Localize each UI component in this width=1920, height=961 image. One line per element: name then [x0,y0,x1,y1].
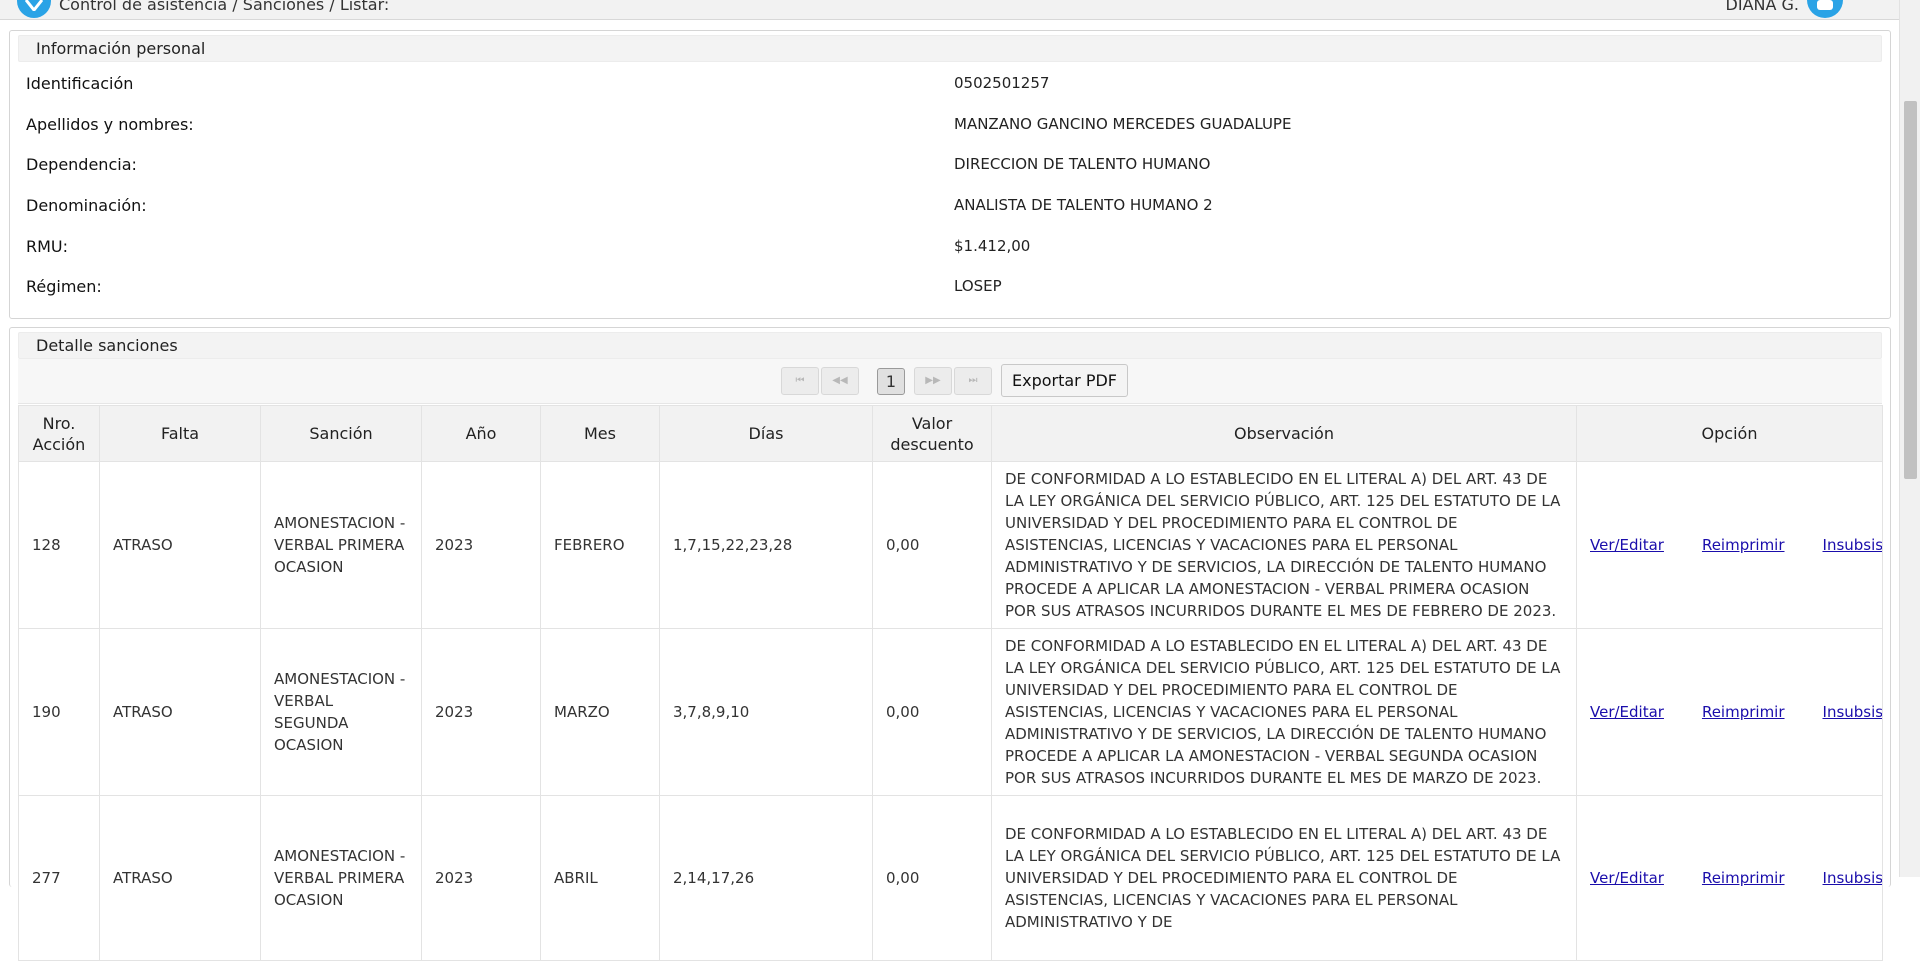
col-nro-accion[interactable]: Nro. Acción [18,405,100,462]
cell-valor: 0,00 [872,461,992,629]
col-valor-descuento[interactable]: Valor descuento [872,405,992,462]
cell-sancion: AMONESTACION - VERBAL PRIMERA OCASION [260,795,422,961]
info-row-rmu: RMU: $1.412,00 [26,237,1874,257]
cell-nro: 128 [18,461,100,629]
cell-nro: 277 [18,795,100,961]
page-number-1[interactable]: 1 [877,368,905,395]
info-label: Apellidos y nombres: [26,115,194,134]
cell-observacion: DE CONFORMIDAD A LO ESTABLECIDO EN EL LI… [991,795,1577,961]
cell-falta: ATRASO [99,628,261,796]
info-value: $1.412,00 [954,237,1031,255]
cell-dias: 2,14,17,26 [659,795,873,961]
cell-nro: 190 [18,628,100,796]
info-row-identificacion: Identificación 0502501257 [26,74,1874,94]
col-mes[interactable]: Mes [540,405,660,462]
info-row-dependencia: Dependencia: DIRECCION DE TALENTO HUMANO [26,155,1874,175]
table-row: 277 ATRASO AMONESTACION - VERBAL PRIMERA… [18,795,1883,961]
export-pdf-button[interactable]: Exportar PDF [1001,364,1128,397]
info-row-nombres: Apellidos y nombres: MANZANO GANCINO MER… [26,115,1874,135]
paginator: ⏮ ◀◀ 1 ▶▶ ⏭ Exportar PDF [18,359,1882,404]
info-row-denominacion: Denominación: ANALISTA DE TALENTO HUMANO… [26,196,1874,216]
col-dias[interactable]: Días [659,405,873,462]
info-value: LOSEP [954,277,1002,295]
reimprimir-link[interactable]: Reimprimir [1702,536,1785,554]
reimprimir-link[interactable]: Reimprimir [1702,869,1785,887]
sanciones-table: Nro. Acción Falta Sanción Año Mes Días V… [18,405,1883,961]
cell-anio: 2023 [421,461,541,629]
info-value: ANALISTA DE TALENTO HUMANO 2 [954,196,1213,214]
table-header-row: Nro. Acción Falta Sanción Año Mes Días V… [18,405,1883,462]
cell-opcion: Ver/Editar Reimprimir Insubsistente [1576,628,1883,796]
reimprimir-link[interactable]: Reimprimir [1702,703,1785,721]
cell-opcion: Ver/Editar Reimprimir Insubsistente [1576,461,1883,629]
ver-editar-link[interactable]: Ver/Editar [1590,703,1664,721]
info-value: DIRECCION DE TALENTO HUMANO [954,155,1211,173]
col-opcion[interactable]: Opción [1576,405,1883,462]
top-bar: Control de asistencia / Sanciones / List… [0,0,1899,20]
info-label: Denominación: [26,196,147,215]
info-value: 0502501257 [954,74,1050,92]
cell-observacion: DE CONFORMIDAD A LO ESTABLECIDO EN EL LI… [991,628,1577,796]
cell-mes: ABRIL [540,795,660,961]
sanciones-panel: Detalle sanciones ⏮ ◀◀ 1 ▶▶ ⏭ Exportar P… [9,327,1891,961]
cell-falta: ATRASO [99,461,261,629]
cell-anio: 2023 [421,628,541,796]
cell-observacion: DE CONFORMIDAD A LO ESTABLECIDO EN EL LI… [991,461,1577,629]
vertical-scrollbar[interactable] [1899,0,1920,877]
personal-info-header: Información personal [18,35,1882,62]
user-avatar-icon[interactable] [1807,0,1843,18]
cell-sancion: AMONESTACION - VERBAL SEGUNDA OCASION [260,628,422,796]
insubsistente-link[interactable]: Insubsistente [1823,536,1882,554]
ver-editar-link[interactable]: Ver/Editar [1590,869,1664,887]
personal-info-panel: Información personal Identificación 0502… [9,30,1891,319]
info-row-regimen: Régimen: LOSEP [26,277,1874,297]
info-label: Régimen: [26,277,102,296]
info-label: RMU: [26,237,69,256]
cell-falta: ATRASO [99,795,261,961]
cell-mes: MARZO [540,628,660,796]
cell-anio: 2023 [421,795,541,961]
sanciones-header: Detalle sanciones [18,332,1882,359]
cell-valor: 0,00 [872,628,992,796]
cell-sancion: AMONESTACION - VERBAL PRIMERA OCASION [260,461,422,629]
cell-dias: 3,7,8,9,10 [659,628,873,796]
table-row: 190 ATRASO AMONESTACION - VERBAL SEGUNDA… [18,628,1883,796]
col-sancion[interactable]: Sanción [260,405,422,462]
cell-valor: 0,00 [872,795,992,961]
col-falta[interactable]: Falta [99,405,261,462]
cell-mes: FEBRERO [540,461,660,629]
insubsistente-link[interactable]: Insubsistente [1823,703,1882,721]
col-observacion[interactable]: Observación [991,405,1577,462]
first-page-button[interactable]: ⏮ [781,367,819,395]
ver-editar-link[interactable]: Ver/Editar [1590,536,1664,554]
next-page-button[interactable]: ▶▶ [914,367,952,395]
col-anio[interactable]: Año [421,405,541,462]
info-label: Dependencia: [26,155,137,174]
user-name[interactable]: DIANA G. [1726,0,1799,14]
info-label: Identificación [26,74,134,93]
scrollbar-thumb[interactable] [1904,101,1917,479]
cell-opcion: Ver/Editar Reimprimir Insubsistente [1576,795,1883,961]
app-logo-icon[interactable] [17,0,51,18]
info-value: MANZANO GANCINO MERCEDES GUADALUPE [954,115,1292,133]
cell-dias: 1,7,15,22,23,28 [659,461,873,629]
breadcrumb: Control de asistencia / Sanciones / List… [59,0,390,14]
table-row: 128 ATRASO AMONESTACION - VERBAL PRIMERA… [18,461,1883,629]
last-page-button[interactable]: ⏭ [954,367,992,395]
insubsistente-link[interactable]: Insubsistente [1823,869,1882,887]
prev-page-button[interactable]: ◀◀ [821,367,859,395]
